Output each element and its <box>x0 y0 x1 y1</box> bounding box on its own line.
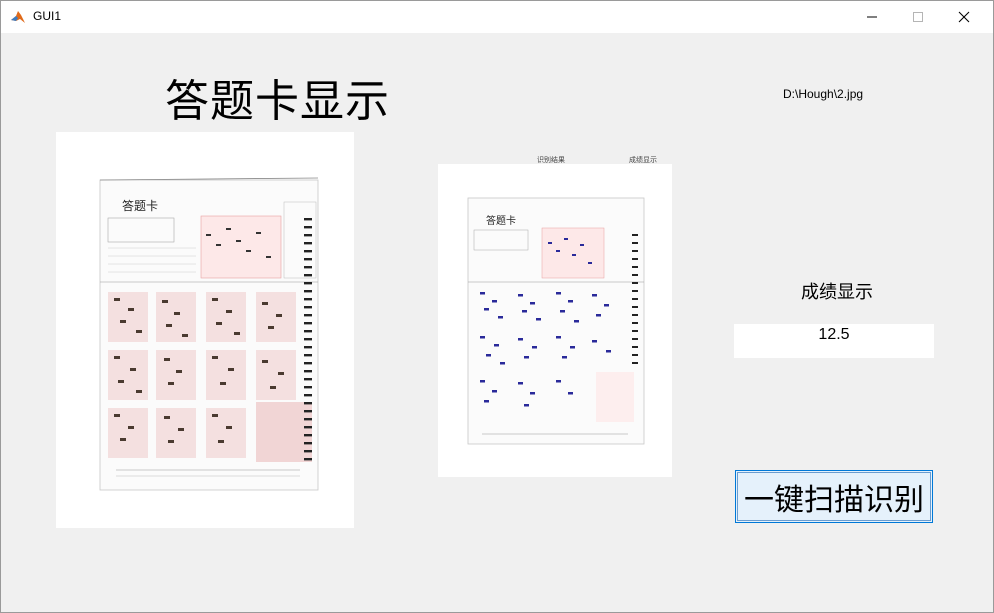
answer-sheet-graphic: 答题卡 <box>99 177 319 491</box>
page-title: 答题卡显示 <box>165 76 390 127</box>
minimize-icon <box>867 16 877 18</box>
maximize-icon <box>913 12 923 22</box>
maximize-button[interactable] <box>895 1 941 33</box>
window-title: GUI1 <box>33 9 62 23</box>
answer-sheet-image: 答题卡 <box>56 132 354 528</box>
close-button[interactable] <box>941 1 987 33</box>
score-value-field: 12.5 <box>734 324 934 358</box>
recognition-result-image: 答题卡 <box>438 164 672 477</box>
close-icon <box>958 11 970 23</box>
title-bar: GUI1 <box>1 1 993 33</box>
minimize-button[interactable] <box>849 1 895 33</box>
sheet-title: 答题卡 <box>122 198 158 213</box>
recognition-result-graphic: 答题卡 <box>467 197 645 445</box>
score-label: 成绩显示 <box>801 282 873 303</box>
preview-sheet-title: 答题卡 <box>486 214 516 227</box>
file-path-label: D:\Hough\2.jpg <box>783 87 864 101</box>
matlab-icon <box>11 11 25 23</box>
one-click-scan-button[interactable]: 一键扫描识别 <box>735 470 933 523</box>
app-window: GUI1 答题卡显示 D:\Hough\2.jpg 答题卡 识别结果 成绩显示 … <box>0 0 994 613</box>
